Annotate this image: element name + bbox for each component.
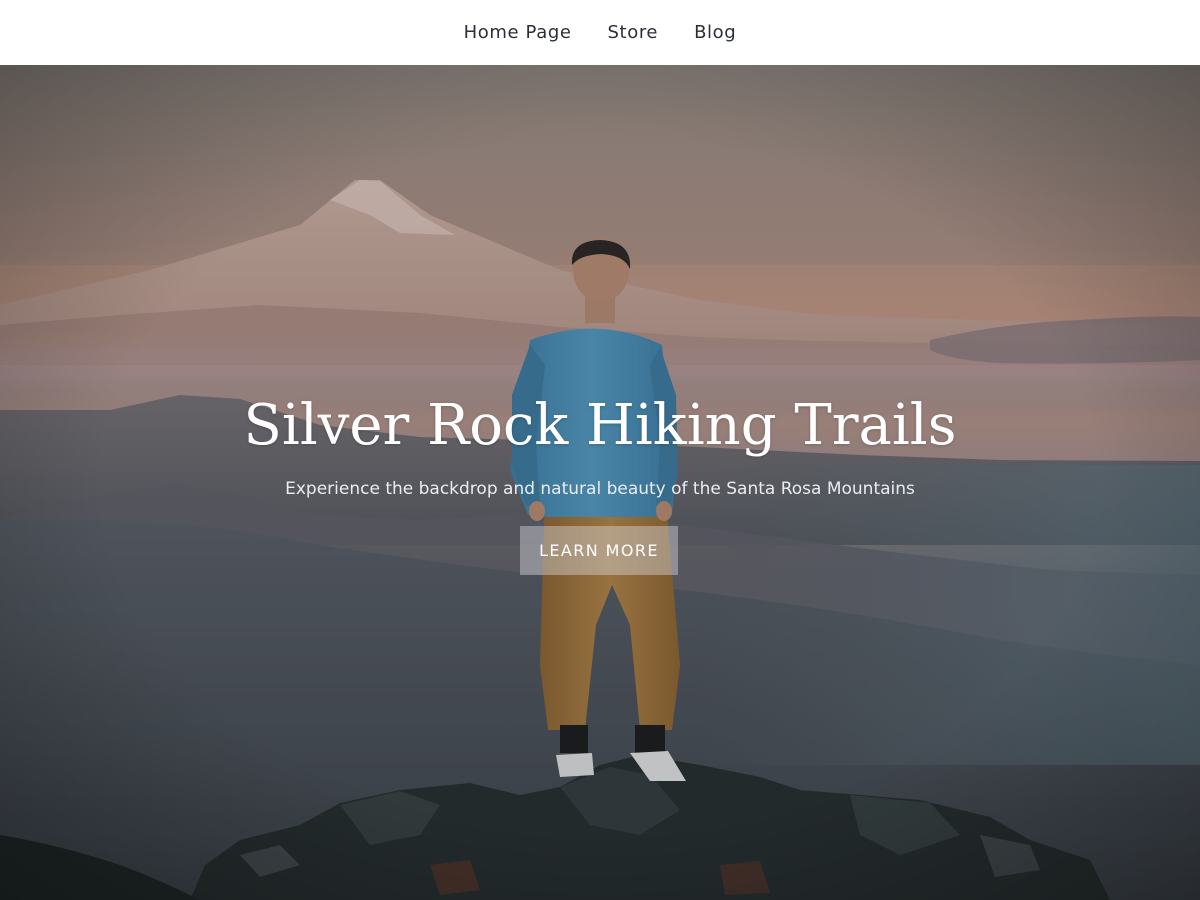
- top-navigation: Home Page Store Blog: [0, 0, 1200, 65]
- hero-content: Silver Rock Hiking Trails Experience the…: [0, 65, 1200, 900]
- hero-section: Silver Rock Hiking Trails Experience the…: [0, 65, 1200, 900]
- nav-link-blog[interactable]: Blog: [694, 22, 736, 43]
- hero-title: Silver Rock Hiking Trails: [243, 393, 957, 458]
- learn-more-button[interactable]: LEARN MORE: [520, 526, 678, 575]
- nav-link-home-page[interactable]: Home Page: [464, 22, 572, 43]
- hero-subtitle: Experience the backdrop and natural beau…: [285, 479, 915, 499]
- nav-link-store[interactable]: Store: [608, 22, 659, 43]
